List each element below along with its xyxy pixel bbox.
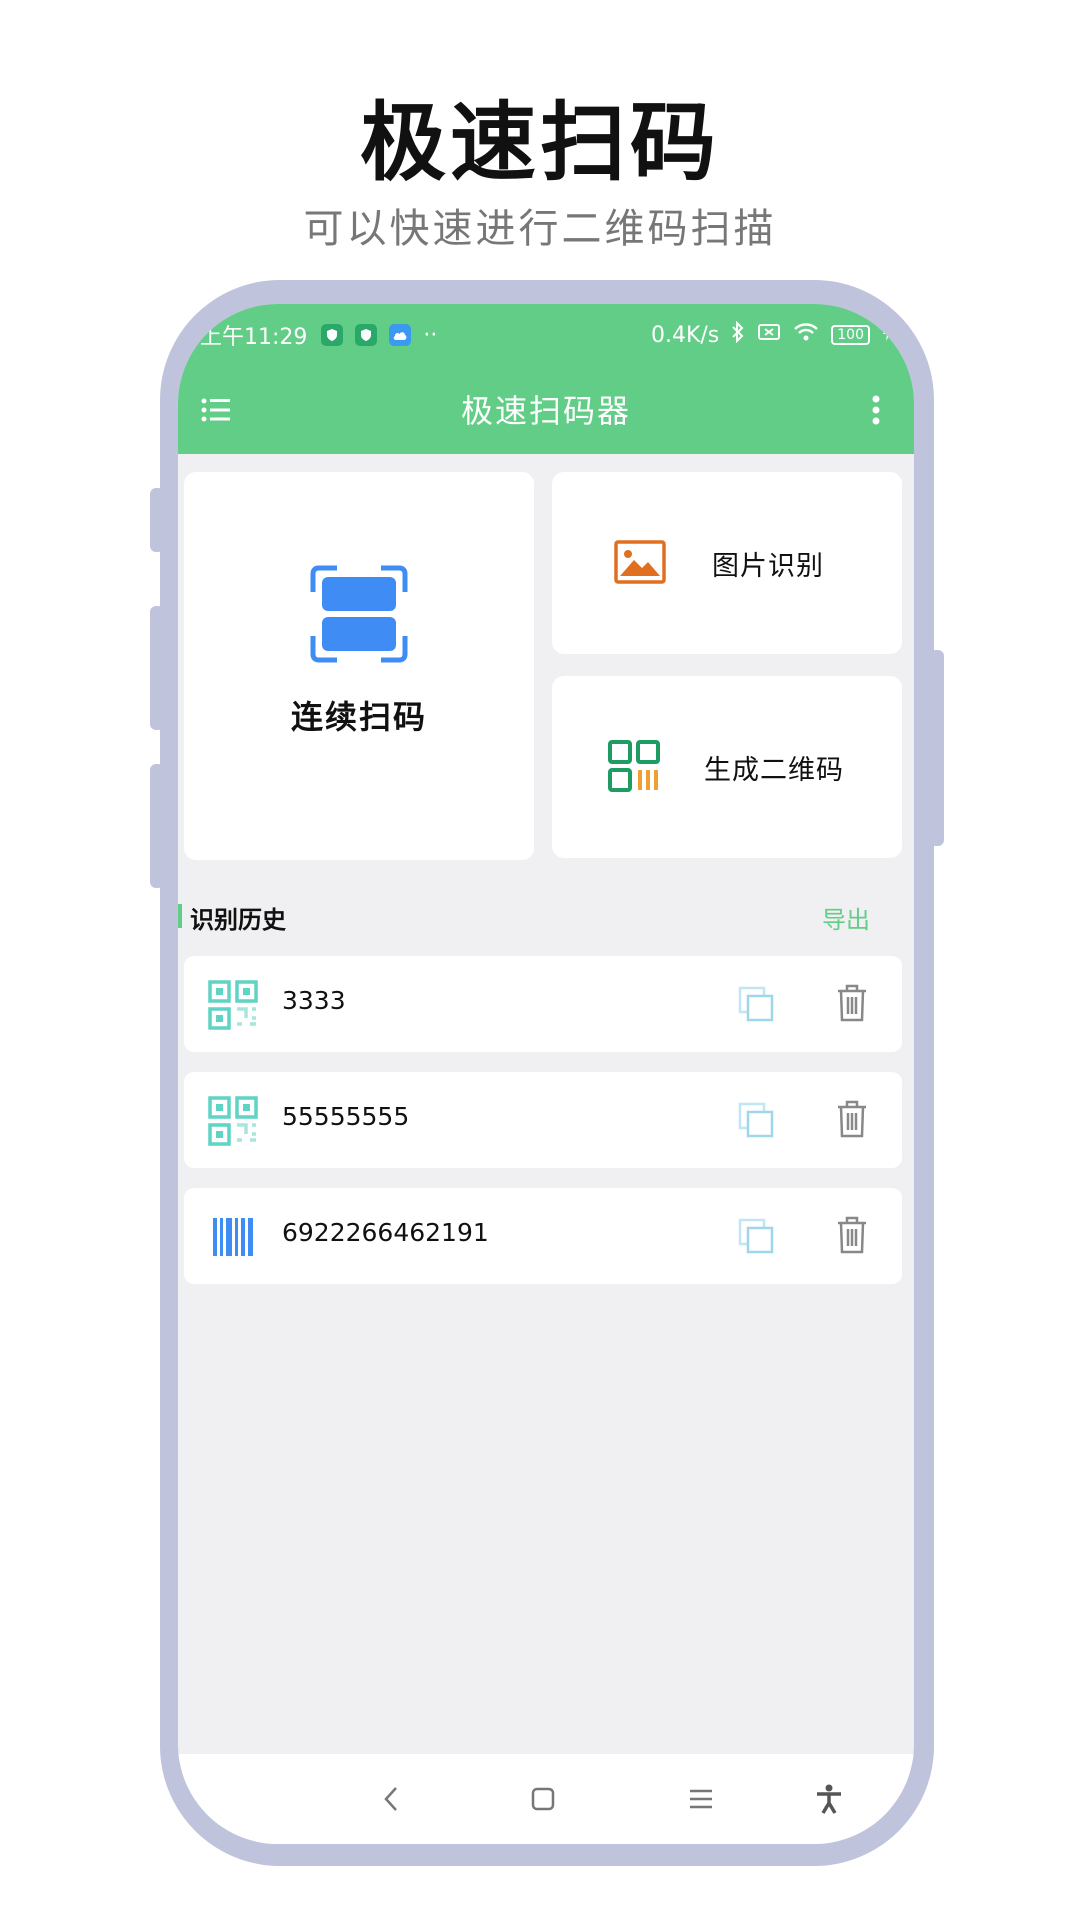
toolbar-title: 极速扫码器 — [460, 392, 631, 430]
phone-side-button — [150, 488, 164, 552]
chevron-left-icon — [384, 1787, 397, 1811]
image-recognize-card[interactable]: 图片识别 — [552, 472, 902, 654]
status-time: 上午11:29 — [200, 325, 308, 350]
history-item[interactable]: 55555555 — [184, 1072, 902, 1168]
wifi-icon — [793, 322, 819, 348]
menu-button[interactable] — [196, 390, 236, 430]
copy-icon[interactable] — [738, 986, 774, 1022]
export-button[interactable]: 导出 — [822, 900, 870, 935]
battery-indicator: 100 — [831, 325, 870, 345]
history-item-value: 3333 — [282, 986, 346, 1015]
nav-accessibility-button[interactable] — [812, 1782, 846, 1816]
list-icon — [201, 398, 230, 422]
qr-code-icon — [608, 740, 660, 792]
menu-lines-icon — [690, 1789, 712, 1809]
more-button[interactable] — [856, 390, 896, 430]
phone-side-button — [930, 650, 944, 846]
generate-qr-label: 生成二维码 — [704, 755, 844, 786]
nav-recents-button[interactable] — [684, 1782, 718, 1816]
copy-icon[interactable] — [738, 1218, 774, 1254]
hero-title: 极速扫码 — [360, 93, 720, 193]
cloud-icon — [389, 324, 412, 346]
continuous-scan-card[interactable]: 连续扫码 — [184, 472, 534, 860]
image-icon — [614, 540, 666, 584]
trash-icon[interactable] — [836, 1100, 868, 1138]
system-nav-bar — [178, 1754, 914, 1844]
phone-side-button — [150, 764, 164, 888]
scan-icon — [310, 565, 408, 663]
history-item-value: 55555555 — [282, 1102, 410, 1131]
qr-code-icon — [208, 980, 258, 1030]
nav-back-button[interactable] — [374, 1782, 408, 1816]
app-header: 上午11:29 ·· 0.4K/s 100 极速扫码器 — [178, 304, 914, 454]
qr-code-icon — [208, 1096, 258, 1146]
history-item-value: 6922266462191 — [282, 1218, 489, 1247]
barcode-icon — [213, 1218, 253, 1256]
more-vertical-icon — [872, 395, 880, 425]
history-section-header: 识别历史 导出 — [178, 898, 914, 938]
trash-icon[interactable] — [836, 984, 868, 1022]
generate-qr-card[interactable]: 生成二维码 — [552, 676, 902, 858]
charging-icon — [882, 323, 892, 348]
nav-home-button[interactable] — [526, 1782, 560, 1816]
hero-subtitle: 可以快速进行二维码扫描 — [303, 206, 777, 252]
history-item[interactable]: 3333 — [184, 956, 902, 1052]
sim-icon — [757, 322, 781, 348]
section-accent-bar — [178, 904, 182, 928]
square-icon — [531, 1787, 555, 1811]
phone-screen: 上午11:29 ·· 0.4K/s 100 极速扫码器 连续扫码 图片识别 生成… — [178, 304, 914, 1844]
accessibility-icon — [817, 1784, 841, 1814]
bluetooth-icon — [731, 320, 745, 349]
trash-icon[interactable] — [836, 1216, 868, 1254]
image-recognize-label: 图片识别 — [712, 551, 824, 582]
shield-icon — [355, 324, 378, 346]
history-item[interactable]: 6922266462191 — [184, 1188, 902, 1284]
toolbar: 极速扫码器 — [178, 374, 914, 444]
status-dots: ·· — [423, 322, 438, 348]
continuous-scan-label: 连续扫码 — [290, 698, 427, 736]
network-speed: 0.4K/s — [650, 322, 720, 348]
status-bar: 上午11:29 ·· 0.4K/s 100 — [200, 318, 892, 352]
shield-icon — [321, 324, 344, 346]
history-title: 识别历史 — [190, 906, 286, 934]
copy-icon[interactable] — [738, 1102, 774, 1138]
phone-side-button — [150, 606, 164, 730]
